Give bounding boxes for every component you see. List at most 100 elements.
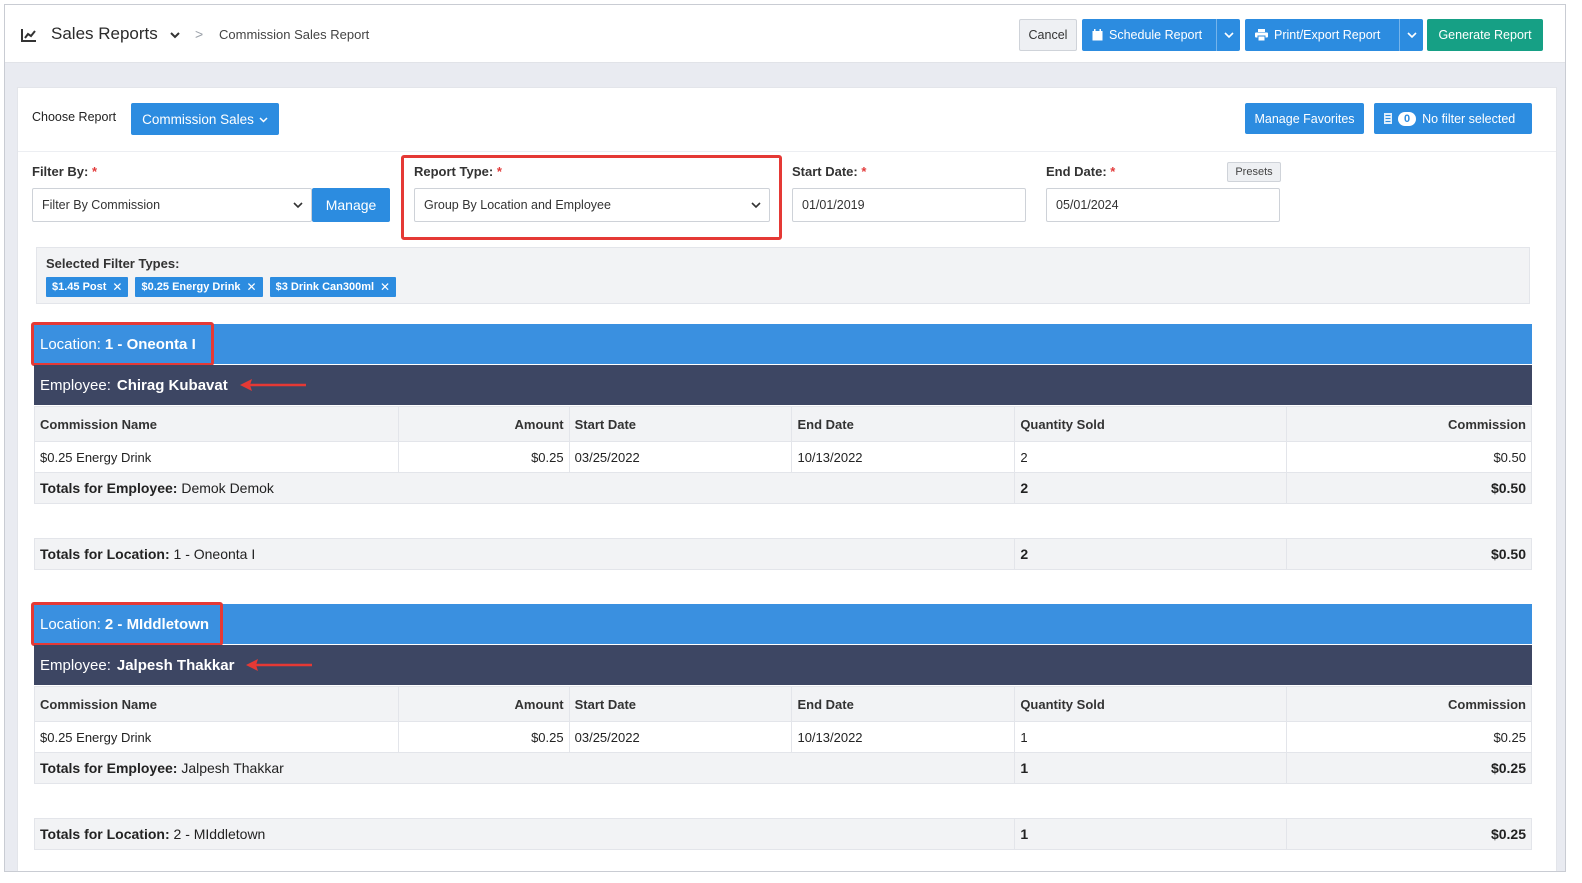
presets-label: Presets [1235,166,1273,178]
highlight-box-location [31,322,214,366]
chevron-down-icon [259,116,268,123]
presets-button[interactable]: Presets [1227,162,1281,182]
close-icon[interactable]: ✕ [380,280,390,294]
location-totals-qty: 2 [1014,538,1288,570]
location-totals-row: Totals for Location: 1 - Oneonta I 2 $0.… [33,538,1532,570]
cell-commission: $0.50 [1286,441,1532,473]
employee-name: Jalpesh Thakkar [116,656,235,674]
manage-favorites-button[interactable]: Manage Favorites [1245,103,1364,134]
chip-label: $3 Drink Can300ml [275,281,375,293]
divider [18,151,1556,152]
choose-report-dropdown[interactable]: Commission Sales [131,103,279,135]
cell-end-date: 10/13/2022 [791,721,1016,753]
column-header[interactable]: Quantity Sold [1014,686,1288,722]
print-export-button[interactable]: Print/Export Report [1245,19,1423,51]
arrow-left-icon [246,659,312,671]
column-header[interactable]: Commission [1286,686,1532,722]
end-date-label: End Date: * [1046,164,1116,179]
column-header[interactable]: End Date [791,406,1016,442]
start-date-input[interactable]: 01/01/2019 [792,188,1026,222]
print-export-label: Print/Export Report [1274,28,1381,42]
location-totals-table: Totals for Location: 2 - MIddletown 1 $0… [33,818,1532,850]
employee-name: Chirag Kubavat [116,376,228,394]
column-header[interactable]: Commission Name [34,686,399,722]
employee-totals-row: Totals for Employee: Demok Demok 2 $0.50 [33,472,1532,504]
filter-by-select[interactable]: Filter By Commission [32,188,312,222]
highlight-box-location [31,602,223,646]
filter-chip[interactable]: $0.25 Energy Drink ✕ [135,277,263,297]
report-card: Choose Report Commission Sales Manage Fa… [17,87,1557,871]
column-header[interactable]: Commission [1286,406,1532,442]
table-row: $0.25 Energy Drink $0.25 03/25/2022 10/1… [34,441,1532,473]
location-totals-commission: $0.50 [1286,538,1532,570]
column-header[interactable]: Quantity Sold [1014,406,1288,442]
chevron-down-icon[interactable] [169,29,181,41]
employee-label: Employee: [40,656,111,674]
end-date-value: 05/01/2024 [1056,198,1119,212]
generate-report-label: Generate Report [1438,28,1532,42]
filter-by-label: Filter By: * [32,164,98,179]
report-type-select[interactable]: Group By Location and Employee [414,188,770,222]
location-totals-qty: 1 [1014,818,1288,850]
selected-filter-types: Selected Filter Types: $1.45 Post ✕ $0.25… [36,247,1530,304]
commission-table: Commission Name Amount Start Date End Da… [33,406,1532,504]
filter-count-badge: 0 [1398,111,1417,126]
close-icon[interactable]: ✕ [247,280,257,294]
employee-totals-label: Totals for Employee: Jalpesh Thakkar [33,752,1016,784]
employee-totals-label: Totals for Employee: Demok Demok [33,472,1016,504]
location-header: Location: 1 - Oneonta I [34,324,1532,364]
line-chart-icon [21,29,36,42]
employee-totals-row: Totals for Employee: Jalpesh Thakkar 1 $… [33,752,1532,784]
employee-totals-qty: 1 [1014,752,1288,784]
start-date-label: Start Date: * [792,164,867,179]
choose-report-value: Commission Sales [142,111,254,127]
location-header: Location: 2 - MIddletown [34,604,1532,644]
cell-quantity: 2 [1014,441,1288,473]
app-frame: Sales Reports > Commission Sales Report … [4,4,1566,872]
column-header[interactable]: End Date [791,686,1016,722]
chip-label: $1.45 Post [52,281,107,293]
cell-start-date: 03/25/2022 [568,441,793,473]
generate-report-button[interactable]: Generate Report [1427,19,1543,51]
filter-chip-list: $1.45 Post ✕ $0.25 Energy Drink ✕ $3 Drink… [46,277,397,297]
cell-amount: $0.25 [397,441,570,473]
close-icon[interactable]: ✕ [112,280,122,294]
location-totals-commission: $0.25 [1286,818,1532,850]
filter-chip[interactable]: $1.45 Post ✕ [46,277,129,297]
table-header-row: Commission Name Amount Start Date End Da… [34,406,1532,442]
cell-end-date: 10/13/2022 [791,441,1016,473]
schedule-report-label: Schedule Report [1109,28,1203,42]
manage-button[interactable]: Manage [312,188,390,222]
breadcrumb: Commission Sales Report [219,27,370,42]
schedule-dropdown-toggle[interactable] [1216,19,1240,51]
no-filter-label: No filter selected [1422,111,1516,126]
table-header-row: Commission Name Amount Start Date End Da… [34,686,1532,722]
filter-by-value: Filter By Commission [42,198,161,212]
breadcrumb-separator: > [195,26,204,42]
column-header[interactable]: Start Date [568,686,793,722]
filter-chip[interactable]: $3 Drink Can300ml ✕ [269,277,397,297]
cell-commission-name: $0.25 Energy Drink [34,721,399,753]
top-bar: Sales Reports > Commission Sales Report … [5,5,1565,63]
print-dropdown-toggle[interactable] [1399,19,1423,51]
location-totals-table: Totals for Location: 1 - Oneonta I 2 $0.… [33,538,1532,570]
cell-amount: $0.25 [397,721,570,753]
filter-status-button[interactable]: 0 No filter selected [1374,103,1532,134]
column-header[interactable]: Start Date [568,406,793,442]
app-title: Sales Reports [51,24,158,43]
filter-icon [1384,113,1392,124]
cell-start-date: 03/25/2022 [568,721,793,753]
schedule-report-button[interactable]: Schedule Report [1082,19,1240,51]
employee-totals-commission: $0.50 [1286,472,1532,504]
cell-commission: $0.25 [1286,721,1532,753]
column-header[interactable]: Amount [397,686,570,722]
end-date-input[interactable]: 05/01/2024 [1046,188,1280,222]
column-header[interactable]: Amount [397,406,570,442]
employee-totals-commission: $0.25 [1286,752,1532,784]
cancel-button[interactable]: Cancel [1019,19,1077,51]
location-totals-label: Totals for Location: 1 - Oneonta I [33,538,1016,570]
chevron-down-icon [293,202,303,209]
employee-totals-qty: 2 [1014,472,1288,504]
employee-label: Employee: [40,376,111,394]
column-header[interactable]: Commission Name [34,406,399,442]
